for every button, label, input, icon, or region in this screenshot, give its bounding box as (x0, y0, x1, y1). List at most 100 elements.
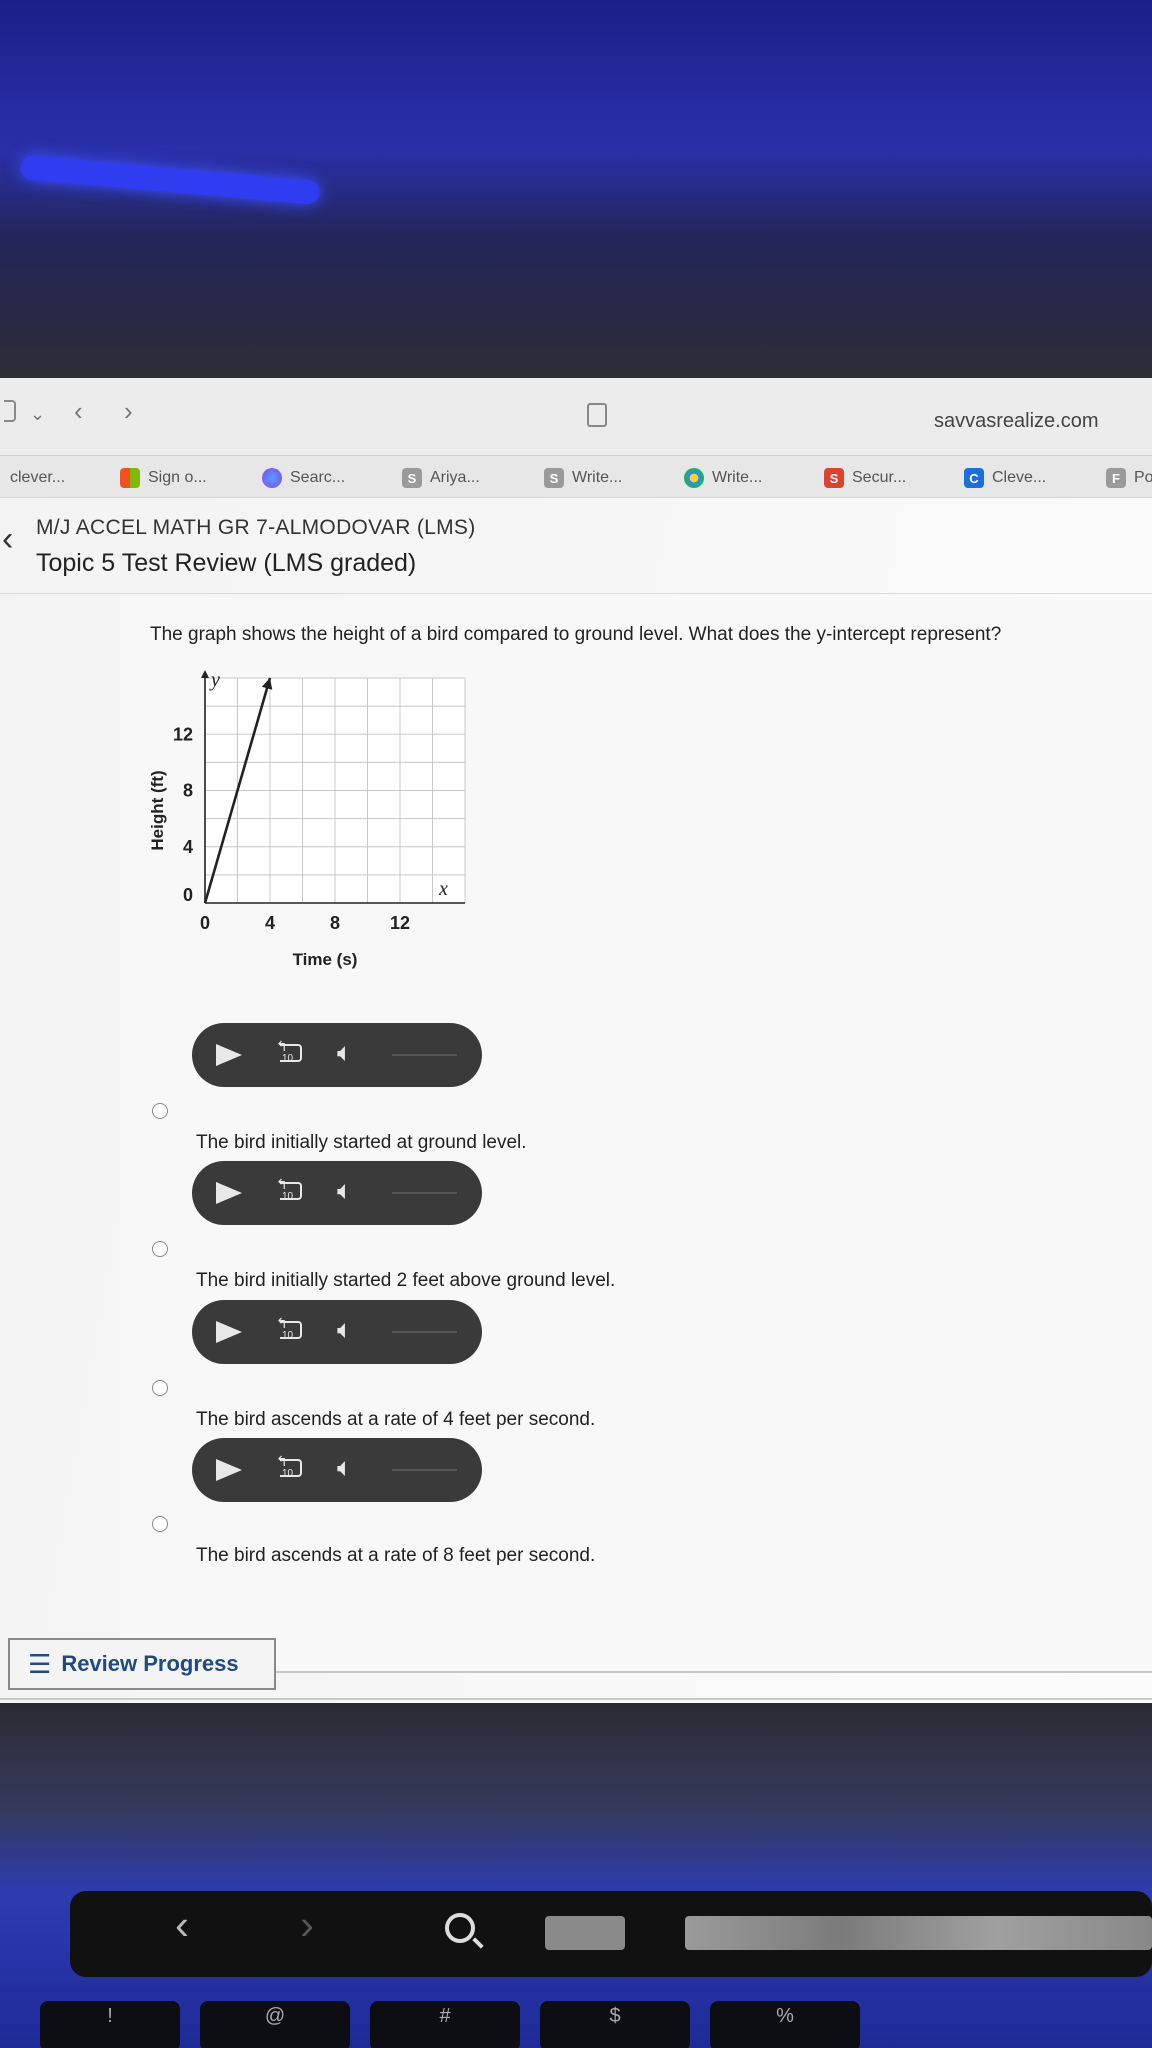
audio-progress-track[interactable] (392, 1331, 457, 1333)
question-card: The graph shows the height of a bird com… (120, 598, 1152, 1673)
sidebar-toggle-icon[interactable] (4, 400, 16, 422)
list-icon: ☰ (28, 1648, 52, 1679)
s-icon: S (402, 468, 422, 488)
browser-window: ⌄ ‹ › savvasrealize.com clever... Sign o… (0, 378, 1152, 1703)
bookmark-security[interactable]: S Secur... (824, 466, 906, 490)
forward-arrow-icon[interactable]: › (124, 396, 133, 427)
volume-icon[interactable]: 🔈︎ (337, 1177, 353, 1203)
y-tick-label: 8 (183, 781, 193, 801)
rewind-10-icon[interactable]: ↰ 10 (276, 1315, 306, 1345)
x-axis-label: Time (s) (293, 950, 358, 969)
option-text[interactable]: The bird initially started 2 feet above … (196, 1270, 615, 1292)
bookmark-label: Write... (712, 469, 763, 486)
touchbar-tab-thumbnail[interactable] (545, 1916, 625, 1950)
header-divider (0, 593, 1152, 594)
bookmark-clever[interactable]: clever... (10, 466, 65, 490)
key-4[interactable]: $ (540, 2001, 690, 2048)
touch-bar: ‹ › (70, 1891, 1152, 1977)
assessment-page: ‹ M/J ACCEL MATH GR 7-ALMODOVAR (LMS) To… (0, 498, 1152, 1703)
photo-bezel-bottom: ‹ › ! @ # $ % (0, 1703, 1152, 2048)
key-2[interactable]: @ (200, 2001, 350, 2048)
play-icon[interactable] (216, 1044, 242, 1066)
y-tick-label: 12 (173, 724, 193, 744)
volume-icon[interactable]: 🔈︎ (337, 1454, 353, 1480)
bookmark-label: clever... (10, 469, 66, 486)
back-chevron-icon[interactable]: ‹ (2, 522, 13, 556)
audio-player[interactable]: ↰ 10 🔈︎ (192, 1161, 482, 1225)
flower-icon (684, 468, 704, 488)
y-tick-label: 0 (183, 885, 193, 905)
x-tick-label: 4 (265, 913, 275, 933)
bookmark-label: Po (1134, 469, 1152, 486)
x-tick-label: 0 (200, 913, 210, 933)
review-progress-button[interactable]: ☰ Review Progress (8, 1638, 276, 1690)
audio-player[interactable]: ↰ 10 🔈︎ (192, 1023, 482, 1087)
browser-toolbar: ⌄ ‹ › savvasrealize.com (0, 378, 1152, 456)
question-prompt: The graph shows the height of a bird com… (150, 624, 1002, 645)
touchbar-tab-thumbnails[interactable] (685, 1916, 1152, 1950)
bookmark-clever-2[interactable]: C Cleve... (964, 466, 1046, 490)
y-tick-label: 4 (183, 837, 193, 857)
option-radio[interactable] (152, 1103, 168, 1119)
key-1[interactable]: ! (40, 2001, 180, 2048)
s-icon: S (544, 468, 564, 488)
s-red-icon: S (824, 468, 844, 488)
y-axis-arrow (201, 670, 209, 678)
option-text[interactable]: The bird ascends at a rate of 8 feet per… (196, 1545, 595, 1567)
audio-progress-track[interactable] (392, 1054, 457, 1056)
touchbar-back-icon[interactable]: ‹ (175, 1901, 189, 1949)
bookmark-label: Ariya... (430, 469, 480, 486)
bookmark-write-1[interactable]: S Write... (544, 466, 622, 490)
y-axis-label: Height (ft) (148, 770, 167, 850)
bookmarks-bar: clever... Sign o... Searc... S Ariya... … (0, 456, 1152, 498)
f-icon: F (1106, 468, 1126, 488)
course-name: M/J ACCEL MATH GR 7-ALMODOVAR (LMS) (36, 516, 476, 539)
page-title: Topic 5 Test Review (LMS graded) (36, 549, 417, 577)
photo-bezel-top (0, 0, 1152, 380)
rewind-10-icon[interactable]: ↰ 10 (276, 1453, 306, 1483)
globe-icon (262, 468, 282, 488)
bookmark-sign-on[interactable]: Sign o... (120, 466, 207, 490)
tab-menu-chevron-icon[interactable]: ⌄ (30, 404, 45, 425)
bezel-light-glare (19, 154, 321, 206)
option-text[interactable]: The bird ascends at a rate of 4 feet per… (196, 1409, 595, 1431)
ms-grid-icon (120, 468, 140, 488)
key-3[interactable]: # (370, 2001, 520, 2048)
bookmark-search[interactable]: Searc... (262, 466, 345, 490)
volume-icon[interactable]: 🔈︎ (337, 1316, 353, 1342)
back-arrow-icon[interactable]: ‹ (74, 396, 83, 427)
bookmark-label: Cleve... (992, 469, 1047, 486)
audio-progress-track[interactable] (392, 1192, 457, 1194)
audio-player[interactable]: ↰ 10 🔈︎ (192, 1438, 482, 1502)
keyboard-row: ! @ # $ % (0, 1993, 1152, 2048)
audio-player[interactable]: ↰ 10 🔈︎ (192, 1300, 482, 1364)
bookmark-po[interactable]: F Po (1106, 466, 1152, 490)
review-progress-label: Review Progress (61, 1651, 239, 1676)
bookmark-label: Secur... (852, 469, 907, 486)
option-radio[interactable] (152, 1516, 168, 1532)
y-axis-name: y (209, 669, 220, 691)
reader-view-icon[interactable] (587, 403, 607, 427)
play-icon[interactable] (216, 1321, 242, 1343)
height-time-graph: 0 4 8 12 0 4 8 12 y x Time (s) Height (ft) (148, 669, 466, 969)
rewind-10-icon[interactable]: ↰ 10 (276, 1176, 306, 1206)
option-radio[interactable] (152, 1380, 168, 1396)
play-icon[interactable] (216, 1459, 242, 1481)
x-tick-label: 12 (390, 913, 410, 933)
x-tick-label: 8 (330, 913, 340, 933)
bookmark-label: Sign o... (148, 469, 207, 486)
option-radio[interactable] (152, 1241, 168, 1257)
volume-icon[interactable]: 🔈︎ (337, 1039, 353, 1065)
key-5[interactable]: % (710, 2001, 860, 2048)
touchbar-forward-icon[interactable]: › (300, 1901, 314, 1949)
bookmark-ariya[interactable]: S Ariya... (402, 466, 480, 490)
bookmark-write-2[interactable]: Write... (684, 466, 762, 490)
touchbar-search-icon[interactable] (445, 1913, 475, 1943)
address-bar[interactable]: savvasrealize.com (934, 410, 1099, 433)
audio-progress-track[interactable] (392, 1469, 457, 1471)
option-text[interactable]: The bird initially started at ground lev… (196, 1132, 527, 1154)
rewind-10-icon[interactable]: ↰ 10 (276, 1038, 306, 1068)
x-axis-name: x (438, 878, 448, 900)
play-icon[interactable] (216, 1182, 242, 1204)
footer-divider (0, 1698, 1152, 1700)
